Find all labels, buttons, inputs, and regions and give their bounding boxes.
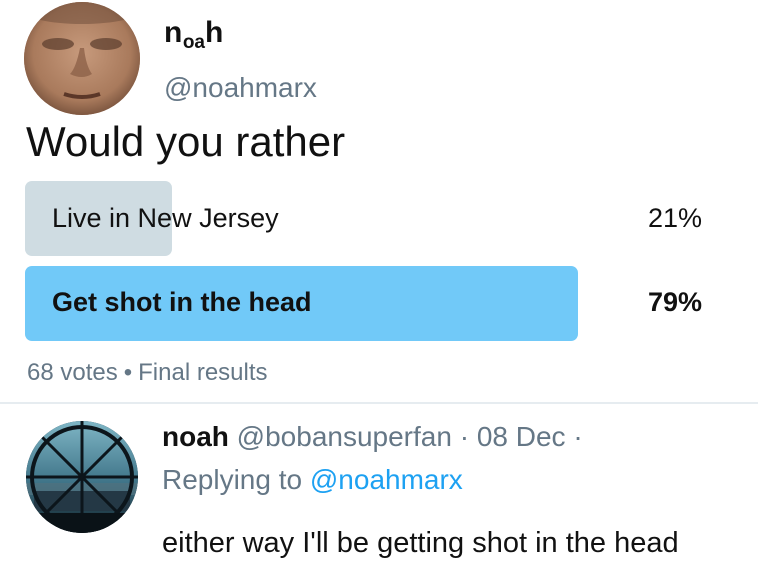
replying-to-prefix: Replying to [162,464,303,495]
author-name[interactable]: noah [164,16,224,54]
reply-text: either way I'll be getting shot in the h… [162,527,679,559]
poll-status: Final results [138,359,268,386]
poll-option-1-percent: 21% [647,203,702,233]
poll-option-2-label: Get shot in the head [52,287,312,317]
reply-author-name[interactable]: noah [162,421,229,452]
replying-to: Replying to @noahmarx [162,464,463,496]
face-photo-icon [24,2,140,115]
poll-option-2-percent: 79% [647,287,702,317]
tweet-divider [0,402,758,404]
reply-author-handle[interactable]: @bobansuperfan [237,421,452,452]
reply-separator: · [459,421,470,452]
tweet-text: Would you rather [26,118,346,165]
poll-option-1-label: Live in New Jersey [52,203,279,233]
author-avatar[interactable] [24,2,140,115]
author-name-sub: oa [182,32,206,53]
poll-footer: 68 votes • Final results [27,359,268,387]
replying-to-handle-link[interactable]: @noahmarx [310,464,463,495]
reply-date[interactable]: 08 Dec [477,421,566,452]
reply-author-avatar[interactable] [26,421,138,533]
poll-vote-count: 68 votes [27,359,118,386]
author-name-prefix: n [164,16,183,49]
author-handle[interactable]: @noahmarx [164,72,317,104]
reply-header: noah @bobansuperfan · 08 Dec · [162,421,583,453]
poll-footer-separator: • [123,359,133,386]
window-view-icon [26,421,138,533]
reply-trailing-separator: · [573,421,583,452]
author-name-suffix: h [205,16,224,49]
